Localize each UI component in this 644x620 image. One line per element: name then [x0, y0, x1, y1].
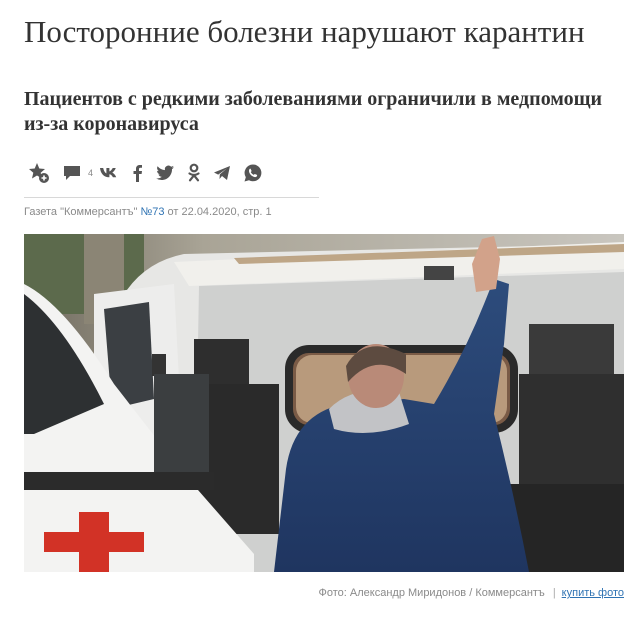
vk-icon[interactable]: [99, 166, 119, 180]
article-title: Посторонние болезни нарушают карантин: [24, 14, 585, 49]
favorite-add-icon[interactable]: [28, 162, 50, 184]
facebook-icon[interactable]: [131, 164, 143, 182]
article-photo: [24, 234, 624, 572]
photo-caption: Фото: Александр Миридонов / Коммерсантъ |…: [319, 587, 624, 599]
telegram-icon[interactable]: [213, 165, 231, 181]
odnoklassniki-icon[interactable]: [187, 163, 201, 183]
issue-date: от 22.04.2020, стр. 1: [164, 206, 272, 218]
caption-separator: |: [552, 587, 556, 599]
whatsapp-icon[interactable]: [243, 163, 263, 183]
photo-scene: [24, 234, 624, 572]
issue-number-link[interactable]: №73: [140, 206, 164, 218]
twitter-icon[interactable]: [155, 165, 175, 181]
comments-count: 4: [88, 168, 94, 178]
share-bar: 4: [28, 160, 275, 186]
issue-meta: Газета "Коммерсантъ" №73 от 22.04.2020, …: [24, 206, 272, 218]
article-subtitle: Пациентов с редкими заболеваниями ограни…: [24, 88, 603, 135]
buy-photo-link[interactable]: купить фото: [562, 587, 624, 599]
comments-icon[interactable]: [62, 164, 82, 182]
source-name: Газета "Коммерсантъ": [24, 206, 141, 218]
divider: [24, 197, 319, 198]
photo-credit: Фото: Александр Миридонов / Коммерсантъ: [318, 587, 545, 599]
